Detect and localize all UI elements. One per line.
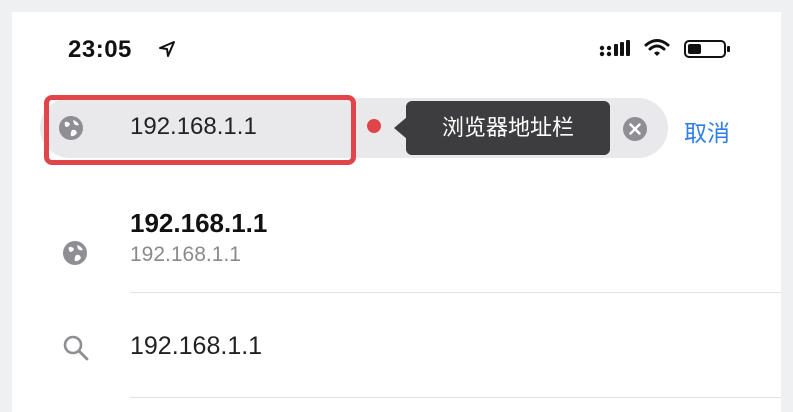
wifi-icon: [644, 39, 670, 56]
suggestion-item-site[interactable]: 192.168.1.1 192.168.1.1: [12, 198, 781, 298]
status-time: 23:05: [68, 36, 132, 63]
battery-icon: [684, 40, 730, 58]
suggestion-search-text: 192.168.1.1: [130, 332, 263, 360]
location-arrow-icon: [159, 41, 175, 57]
suggestion-title: 192.168.1.1: [130, 208, 268, 238]
globe-icon: [63, 241, 87, 265]
address-bar-highlight: [44, 95, 356, 165]
phone-screen: 23:05 192.168.1.1 浏览器地址栏 取消 192.168.1.1 …: [12, 12, 781, 412]
annotation-dot: [367, 119, 381, 133]
cellular-signal-icon: [599, 40, 630, 57]
divider: [130, 292, 781, 293]
suggestion-item-search[interactable]: 192.168.1.1: [12, 312, 781, 398]
clear-icon[interactable]: [622, 116, 648, 142]
search-icon: [63, 335, 89, 361]
divider: [130, 397, 781, 398]
suggestion-subtitle: 192.168.1.1: [130, 243, 241, 266]
address-bar-tooltip: 浏览器地址栏: [406, 101, 610, 155]
cancel-button[interactable]: 取消: [684, 114, 730, 148]
status-bar: 23:05: [12, 12, 781, 82]
